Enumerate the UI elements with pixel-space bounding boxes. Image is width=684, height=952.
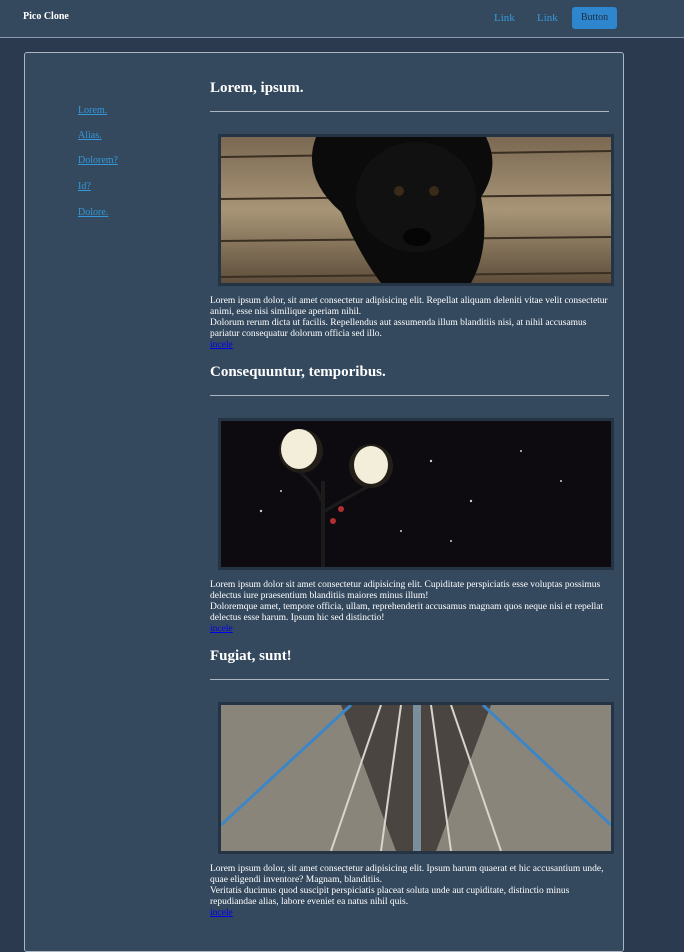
- brand-title[interactable]: Pico Clone: [23, 11, 69, 22]
- section-paragraph: Veritatis ducimus quod suscipit perspici…: [210, 886, 570, 907]
- top-navbar: Pico Clone Link Link Button: [0, 0, 684, 38]
- section-text: Lorem ipsum dolor, sit amet consectetur …: [210, 864, 610, 919]
- section-paragraph: Lorem ipsum dolor, sit amet consectetur …: [210, 296, 608, 317]
- railway-image: [218, 702, 614, 854]
- divider: [210, 679, 609, 680]
- nav-link-1[interactable]: Link: [494, 12, 515, 24]
- section-text: Lorem ipsum dolor sit amet consectetur a…: [210, 580, 610, 635]
- section-text: Lorem ipsum dolor, sit amet consectetur …: [210, 296, 610, 351]
- section-paragraph: Dolorum rerum dicta ut facilis. Repellen…: [210, 318, 587, 339]
- section-title: Fugiat, sunt!: [210, 648, 292, 664]
- incele-link[interactable]: incele: [210, 340, 610, 351]
- section-title: Consequuntur, temporibus.: [210, 364, 386, 380]
- sidebar-item-alias[interactable]: Alias.: [78, 130, 102, 141]
- sidebar-item-id[interactable]: Id?: [78, 181, 91, 192]
- section-paragraph: Doloremque amet, tempore officia, ullam,…: [210, 602, 604, 623]
- incele-link[interactable]: incele: [210, 908, 610, 919]
- incele-link[interactable]: incele: [210, 624, 610, 635]
- nav-button[interactable]: Button: [572, 7, 617, 29]
- section-title: Lorem, ipsum.: [210, 80, 304, 96]
- section-paragraph: Lorem ipsum dolor, sit amet consectetur …: [210, 864, 604, 885]
- content-card: Lorem. Alias. Dolorem? Id? Dolore. Lorem…: [24, 52, 624, 952]
- section-paragraph: Lorem ipsum dolor sit amet consectetur a…: [210, 580, 601, 601]
- divider: [210, 395, 609, 396]
- nav-link-2[interactable]: Link: [537, 12, 558, 24]
- puppy-image: [218, 134, 614, 286]
- street-lamp-image: [218, 418, 614, 570]
- sidebar-item-lorem[interactable]: Lorem.: [78, 105, 107, 116]
- sidebar-item-dolorem[interactable]: Dolorem?: [78, 155, 118, 166]
- sidebar-item-dolore[interactable]: Dolore.: [78, 207, 108, 218]
- divider: [210, 111, 609, 112]
